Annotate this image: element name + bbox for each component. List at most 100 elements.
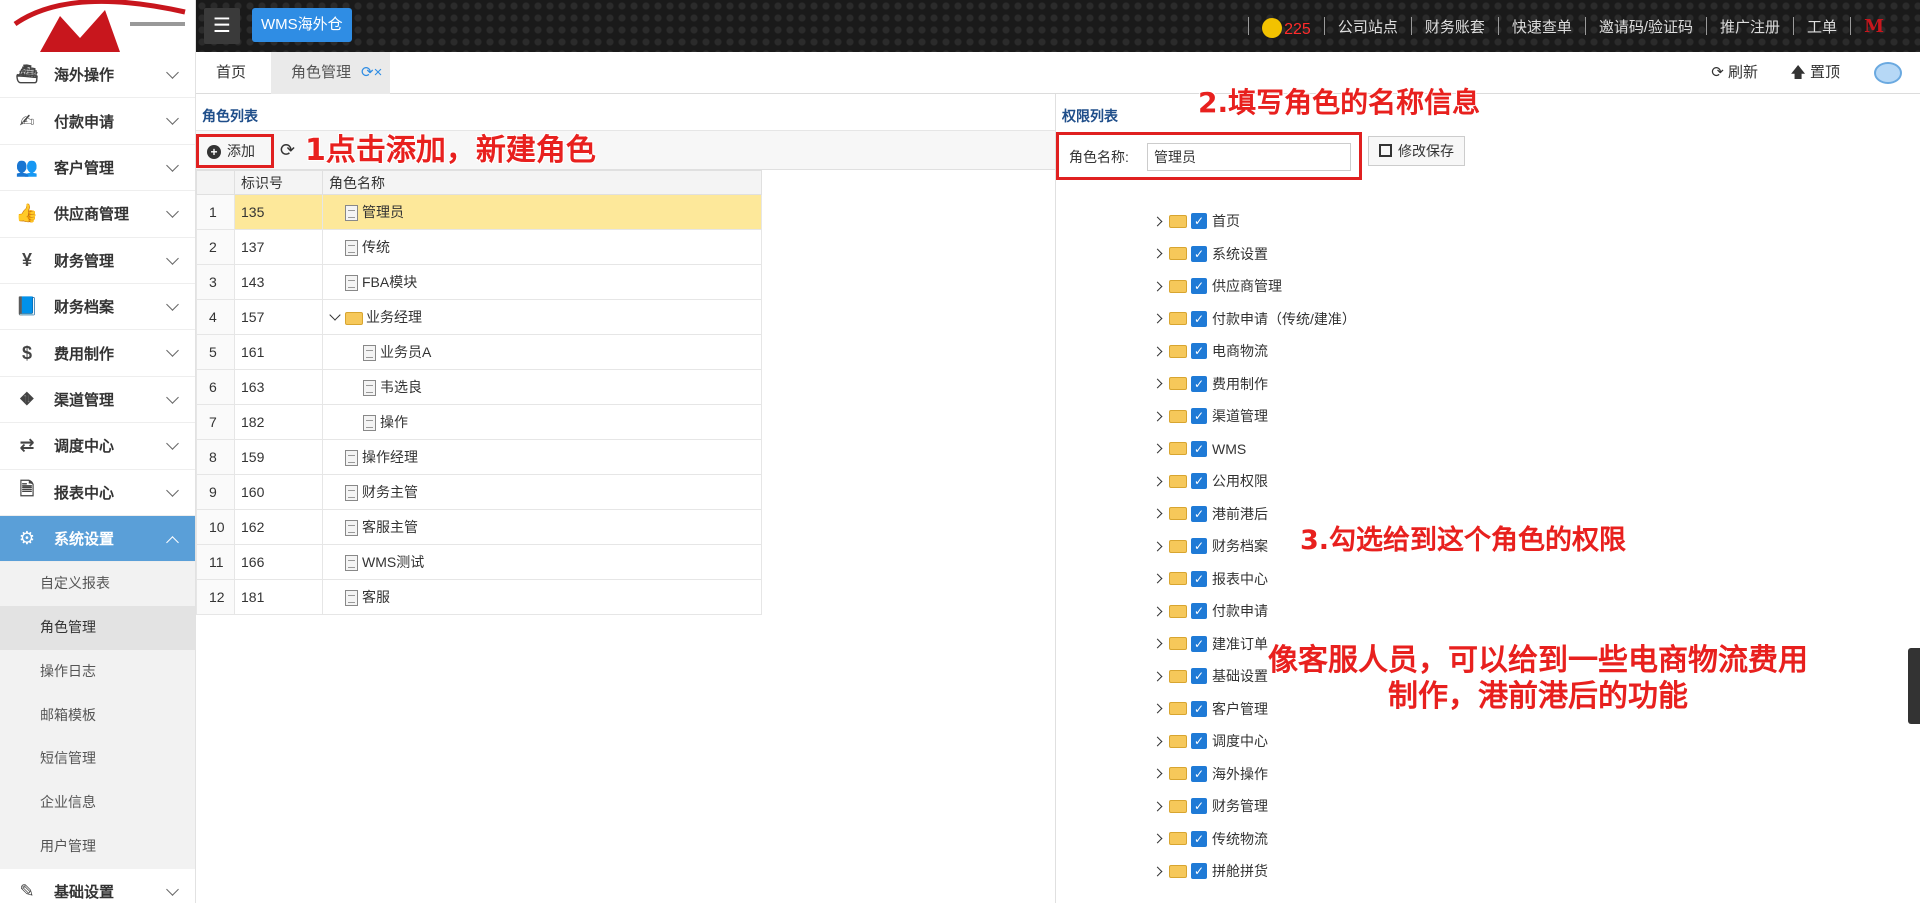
permission-node[interactable]: ✓ 海外操作: [1152, 758, 1356, 791]
side-scroll-handle[interactable]: [1908, 648, 1920, 724]
nav-link-quick-lookup[interactable]: 快速查单: [1512, 16, 1572, 37]
chevron-right-icon[interactable]: [1152, 801, 1163, 812]
assistant-robot-icon[interactable]: [1874, 62, 1902, 84]
tab-home[interactable]: 首页: [216, 52, 246, 94]
submenu-item-4[interactable]: 短信管理: [0, 737, 195, 781]
checkbox-checked[interactable]: ✓: [1191, 213, 1207, 230]
submenu-item-6[interactable]: 用户管理: [0, 825, 195, 869]
refresh-button[interactable]: ⟳ 刷新: [1711, 52, 1758, 94]
chevron-right-icon[interactable]: [1152, 443, 1163, 454]
chevron-right-icon[interactable]: [1152, 508, 1163, 519]
checkbox-checked[interactable]: ✓: [1191, 505, 1207, 522]
chevron-right-icon[interactable]: [1152, 768, 1163, 779]
pin-top-button[interactable]: 🡅 置顶: [1790, 52, 1840, 94]
column-header-id[interactable]: 标识号: [234, 170, 323, 195]
submenu-item-3[interactable]: 邮箱模板: [0, 694, 195, 738]
permission-node[interactable]: ✓ 费用制作: [1152, 368, 1356, 401]
chevron-right-icon[interactable]: [1152, 703, 1163, 714]
checkbox-checked[interactable]: ✓: [1191, 830, 1207, 847]
table-row[interactable]: 8 159 操作经理: [196, 439, 762, 475]
permission-node[interactable]: ✓ 供应商管理: [1152, 270, 1356, 303]
checkbox-checked[interactable]: ✓: [1191, 278, 1207, 295]
table-row[interactable]: 11 166 WMS测试: [196, 544, 762, 580]
table-row[interactable]: 2 137 传统: [196, 229, 762, 265]
sidebar-item-9[interactable]: 🗎 报表中心: [0, 470, 195, 516]
sidebar-item-4[interactable]: ¥ 财务管理: [0, 238, 195, 284]
chevron-right-icon[interactable]: [1152, 216, 1163, 227]
table-row[interactable]: 6 163 韦选良: [196, 369, 762, 405]
sidebar-item-2[interactable]: 👥 客户管理: [0, 145, 195, 192]
tab-refresh-icon[interactable]: ⟳: [361, 64, 374, 81]
table-row[interactable]: 1 135 管理员: [196, 194, 762, 230]
chevron-right-icon[interactable]: [1152, 378, 1163, 389]
sidebar-item-0[interactable]: ⛴ 海外操作: [0, 52, 195, 99]
chevron-down-icon[interactable]: [329, 309, 341, 321]
sidebar-item-3[interactable]: 👍 供应商管理: [0, 191, 195, 238]
permission-node[interactable]: ✓ 报表中心: [1152, 563, 1356, 596]
chevron-right-icon[interactable]: [1152, 671, 1163, 682]
permission-node[interactable]: ✓ 电商物流: [1152, 335, 1356, 368]
sidebar-item-7[interactable]: ⛖ 渠道管理: [0, 377, 195, 424]
chevron-right-icon[interactable]: [1152, 833, 1163, 844]
app-name-badge[interactable]: WMS海外仓: [252, 8, 352, 42]
checkbox-checked[interactable]: ✓: [1191, 245, 1207, 262]
nav-link-finance-books[interactable]: 财务账套: [1425, 16, 1485, 37]
checkbox-checked[interactable]: ✓: [1191, 863, 1207, 880]
role-name-input[interactable]: [1147, 143, 1351, 171]
sidebar-item-basic-settings[interactable]: ✎ 基础设置: [0, 869, 195, 903]
permission-node[interactable]: ✓ 调度中心: [1152, 725, 1356, 758]
table-row[interactable]: 12 181 客服: [196, 579, 762, 615]
add-role-button[interactable]: + 添加: [196, 134, 274, 168]
brand-logo-small[interactable]: M: [1864, 16, 1884, 37]
tab-close-icon[interactable]: ×: [374, 64, 383, 81]
nav-link-ticket[interactable]: 工单: [1807, 16, 1837, 37]
chevron-right-icon[interactable]: [1152, 736, 1163, 747]
checkbox-checked[interactable]: ✓: [1191, 668, 1207, 685]
notification-bell[interactable]: 225: [1262, 14, 1311, 39]
nav-link-company-site[interactable]: 公司站点: [1338, 16, 1398, 37]
checkbox-checked[interactable]: ✓: [1191, 375, 1207, 392]
table-row[interactable]: 5 161 业务员A: [196, 334, 762, 370]
checkbox-checked[interactable]: ✓: [1191, 635, 1207, 652]
chevron-right-icon[interactable]: [1152, 281, 1163, 292]
checkbox-checked[interactable]: ✓: [1191, 310, 1207, 327]
tab-role-management[interactable]: 角色管理 ⟳×: [271, 52, 391, 94]
sidebar-item-1[interactable]: ✍ 付款申请: [0, 98, 195, 145]
sidebar-item-6[interactable]: $ 费用制作: [0, 330, 195, 377]
table-row[interactable]: 4 157 业务经理: [196, 299, 762, 335]
sidebar-item-5[interactable]: 📘 财务档案: [0, 284, 195, 331]
checkbox-checked[interactable]: ✓: [1191, 440, 1207, 457]
chevron-right-icon[interactable]: [1152, 606, 1163, 617]
table-row[interactable]: 9 160 财务主管: [196, 474, 762, 510]
checkbox-checked[interactable]: ✓: [1191, 343, 1207, 360]
chevron-right-icon[interactable]: [1152, 573, 1163, 584]
checkbox-checked[interactable]: ✓: [1191, 408, 1207, 425]
chevron-right-icon[interactable]: [1152, 411, 1163, 422]
checkbox-checked[interactable]: ✓: [1191, 603, 1207, 620]
permission-node[interactable]: ✓ 系统设置: [1152, 238, 1356, 271]
permission-node[interactable]: ✓ 首页: [1152, 205, 1356, 238]
reload-icon[interactable]: ⟳: [280, 140, 295, 161]
table-row[interactable]: 7 182 操作: [196, 404, 762, 440]
chevron-right-icon[interactable]: [1152, 866, 1163, 877]
table-row[interactable]: 10 162 客服主管: [196, 509, 762, 545]
chevron-right-icon[interactable]: [1152, 313, 1163, 324]
permission-node[interactable]: ✓ 付款申请: [1152, 595, 1356, 628]
chevron-right-icon[interactable]: [1152, 476, 1163, 487]
checkbox-checked[interactable]: ✓: [1191, 570, 1207, 587]
chevron-right-icon[interactable]: [1152, 541, 1163, 552]
chevron-right-icon[interactable]: [1152, 248, 1163, 259]
submenu-item-0[interactable]: 自定义报表: [0, 562, 195, 606]
permission-node[interactable]: ✓ 传统物流: [1152, 823, 1356, 856]
permission-node[interactable]: ✓ 渠道管理: [1152, 400, 1356, 433]
chevron-right-icon[interactable]: [1152, 638, 1163, 649]
nav-link-promo-register[interactable]: 推广注册: [1720, 16, 1780, 37]
permission-node[interactable]: ✓ 付款申请（传统/建准）: [1152, 303, 1356, 336]
permission-node[interactable]: ✓ 财务管理: [1152, 790, 1356, 823]
permission-node[interactable]: ✓ 公用权限: [1152, 465, 1356, 498]
hamburger-menu-icon[interactable]: ☰: [204, 8, 240, 44]
sidebar-item-8[interactable]: ⇄ 调度中心: [0, 423, 195, 470]
checkbox-checked[interactable]: ✓: [1191, 798, 1207, 815]
permission-node[interactable]: ✓ 拼舱拼货: [1152, 855, 1356, 888]
column-header-name[interactable]: 角色名称: [322, 170, 762, 195]
